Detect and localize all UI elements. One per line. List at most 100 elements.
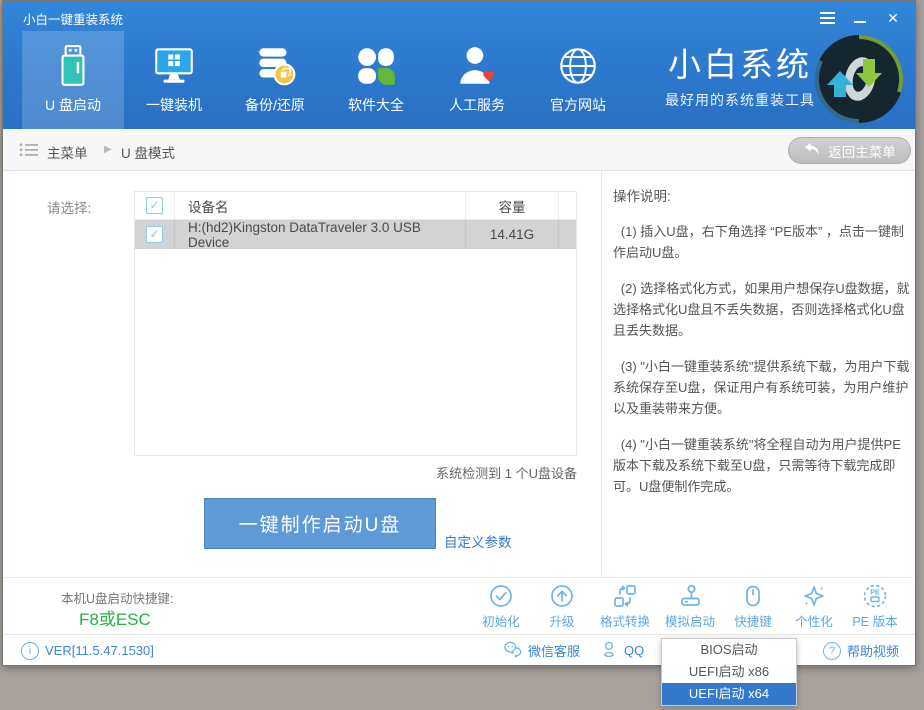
brand: 小白系统 最好用的系统重装工具 <box>655 45 825 110</box>
question-icon: ? <box>823 642 841 660</box>
breadcrumb-main-menu[interactable]: 主菜单 <box>47 142 88 162</box>
version-info: i VER[11.5.47.1530] <box>21 635 154 666</box>
nav-label: U 盘启动 <box>45 97 101 113</box>
custom-params-link[interactable]: 自定义参数 <box>444 531 512 551</box>
monitor-icon <box>151 43 197 89</box>
info-icon: i <box>21 642 39 660</box>
arrow-up-circle-icon <box>549 583 575 609</box>
version-text: VER[11.5.47.1530] <box>45 643 154 658</box>
check-circle-icon <box>488 583 514 609</box>
table-header-row: ✓ 设备名 容量 <box>135 192 576 220</box>
header-checkbox-cell: ✓ <box>135 192 174 219</box>
nav-label: 官方网站 <box>550 97 606 113</box>
tool-label: 初始化 <box>482 615 520 629</box>
tool-buttons: 初始化 升级 <box>471 583 905 631</box>
main-content: 请选择: ✓ 设备名 容量 ✓ H:(hd2)Kingston DataTrav… <box>3 171 915 577</box>
boot-option-uefi-x86[interactable]: UEFI启动 x86 <box>662 661 796 683</box>
tool-label: PE 版本 <box>852 615 897 629</box>
wechat-icon <box>503 640 522 662</box>
globe-icon <box>555 43 601 89</box>
qq-label: QQ <box>624 643 644 658</box>
tool-simulate-boot[interactable]: 模拟启动 <box>658 583 722 631</box>
select-label: 请选择: <box>47 197 91 217</box>
nav-label: 软件大全 <box>348 97 404 113</box>
header-capacity: 容量 <box>465 192 558 219</box>
table-row[interactable]: ✓ H:(hd2)Kingston DataTraveler 3.0 USB D… <box>135 220 576 249</box>
boot-option-uefi-x64[interactable]: UEFI启动 x64 <box>662 683 796 705</box>
menu-icon[interactable] <box>819 10 835 26</box>
header-device-name: 设备名 <box>174 192 465 219</box>
wechat-label: 微信客服 <box>528 641 580 660</box>
back-arrow-icon <box>803 142 821 159</box>
minimize-icon[interactable] <box>852 10 868 26</box>
window-title: 小白一键重装系统 <box>23 9 123 28</box>
usb-drive-icon <box>50 43 96 89</box>
instructions-title: 操作说明: <box>613 185 911 205</box>
tool-label: 个性化 <box>795 615 833 629</box>
instruction-step: (3) "小白一键重装系统"提供系统下载，为用户下载系统保存至U盘，保证用户有系… <box>613 356 911 419</box>
header: 小白一键重装系统 ✕ U 盘启动 <box>3 1 915 129</box>
tool-format-convert[interactable]: 格式转换 <box>593 583 657 631</box>
tool-pe-version[interactable]: PE PE 版本 <box>845 583 905 631</box>
nav-official-website[interactable]: 官方网站 <box>527 31 629 129</box>
breadcrumb-current: U 盘模式 <box>121 142 175 162</box>
instruction-step: (4) "小白一键重装系统"将全程自动为用户提供PE版本下载及系统下载至U盘，只… <box>613 434 911 497</box>
row-checkbox-cell: ✓ <box>135 220 174 249</box>
nav-software-collection[interactable]: 软件大全 <box>325 31 427 129</box>
window-controls: ✕ <box>819 9 901 27</box>
select-all-checkbox[interactable]: ✓ <box>146 197 163 214</box>
brand-logo-badge-icon <box>813 33 905 125</box>
close-icon[interactable]: ✕ <box>885 10 901 26</box>
pe-version-boot-menu: BIOS启动 UEFI启动 x86 UEFI启动 x64 <box>661 638 797 706</box>
tool-label: 格式转换 <box>600 615 650 629</box>
tool-label: 模拟启动 <box>665 615 715 629</box>
device-capacity: 14.41G <box>465 220 558 249</box>
nav-label: 人工服务 <box>449 97 505 113</box>
tool-label: 升级 <box>549 615 574 629</box>
instruction-step: (1) 插入U盘，右下角选择 “PE版本” ，点击一键制作启动U盘。 <box>613 221 911 263</box>
desktop: 小白一键重装系统 ✕ U 盘启动 <box>0 0 924 710</box>
nav-one-key-install[interactable]: 一键装机 <box>123 31 225 129</box>
apps-icon <box>353 43 399 89</box>
joystick-icon <box>677 583 703 609</box>
device-name: H:(hd2)Kingston DataTraveler 3.0 USB Dev… <box>174 220 465 249</box>
tool-personalize[interactable]: 个性化 <box>784 583 844 631</box>
wechat-support[interactable]: 微信客服 <box>503 635 580 666</box>
make-boot-usb-button[interactable]: 一键制作启动U盘 <box>204 498 436 549</box>
mouse-icon <box>740 583 766 609</box>
nav-label: 备份/还原 <box>245 97 305 113</box>
support-person-icon <box>454 43 500 89</box>
app-window: 小白一键重装系统 ✕ U 盘启动 <box>2 0 916 666</box>
backup-restore-icon <box>252 43 298 89</box>
chevron-right-icon: ▶ <box>104 144 112 155</box>
vertical-divider <box>601 171 602 577</box>
instructions-panel: 操作说明: (1) 插入U盘，右下角选择 “PE版本” ，点击一键制作启动U盘。… <box>613 185 911 512</box>
device-table: ✓ 设备名 容量 ✓ H:(hd2)Kingston DataTraveler … <box>134 191 577 456</box>
convert-icon <box>612 583 638 609</box>
bottom-toolbar: 本机U盘启动快捷键: F8或ESC 初始化 <box>3 577 915 634</box>
qq-support[interactable]: QQ <box>600 635 644 666</box>
tool-upgrade[interactable]: 升级 <box>532 583 592 631</box>
tool-initialize[interactable]: 初始化 <box>471 583 531 631</box>
nav-label: 一键装机 <box>146 97 202 113</box>
nav-usb-boot[interactable]: U 盘启动 <box>22 31 124 129</box>
tool-label: 快捷键 <box>734 615 772 629</box>
brand-name: 小白系统 <box>655 45 825 85</box>
pe-version-icon: PE <box>862 583 888 609</box>
hotkey-value: F8或ESC <box>79 605 151 630</box>
boot-option-bios[interactable]: BIOS启动 <box>662 639 796 661</box>
svg-text:PE: PE <box>870 590 880 597</box>
device-checkbox[interactable]: ✓ <box>146 226 163 243</box>
help-label: 帮助视频 <box>847 641 899 660</box>
nav-human-service[interactable]: 人工服务 <box>426 31 528 129</box>
help-videos[interactable]: ? 帮助视频 <box>823 635 899 666</box>
row-gutter <box>558 220 576 249</box>
list-icon <box>19 142 39 163</box>
tool-hotkey[interactable]: 快捷键 <box>723 583 783 631</box>
header-gutter <box>558 192 576 219</box>
brand-tagline: 最好用的系统重装工具 <box>655 90 825 110</box>
nav-backup-restore[interactable]: 备份/还原 <box>224 31 326 129</box>
back-to-main-menu-button[interactable]: 返回主菜单 <box>788 137 911 164</box>
breadcrumb-bar: 主菜单 ▶ U 盘模式 <box>3 129 915 171</box>
qq-icon <box>600 640 618 661</box>
